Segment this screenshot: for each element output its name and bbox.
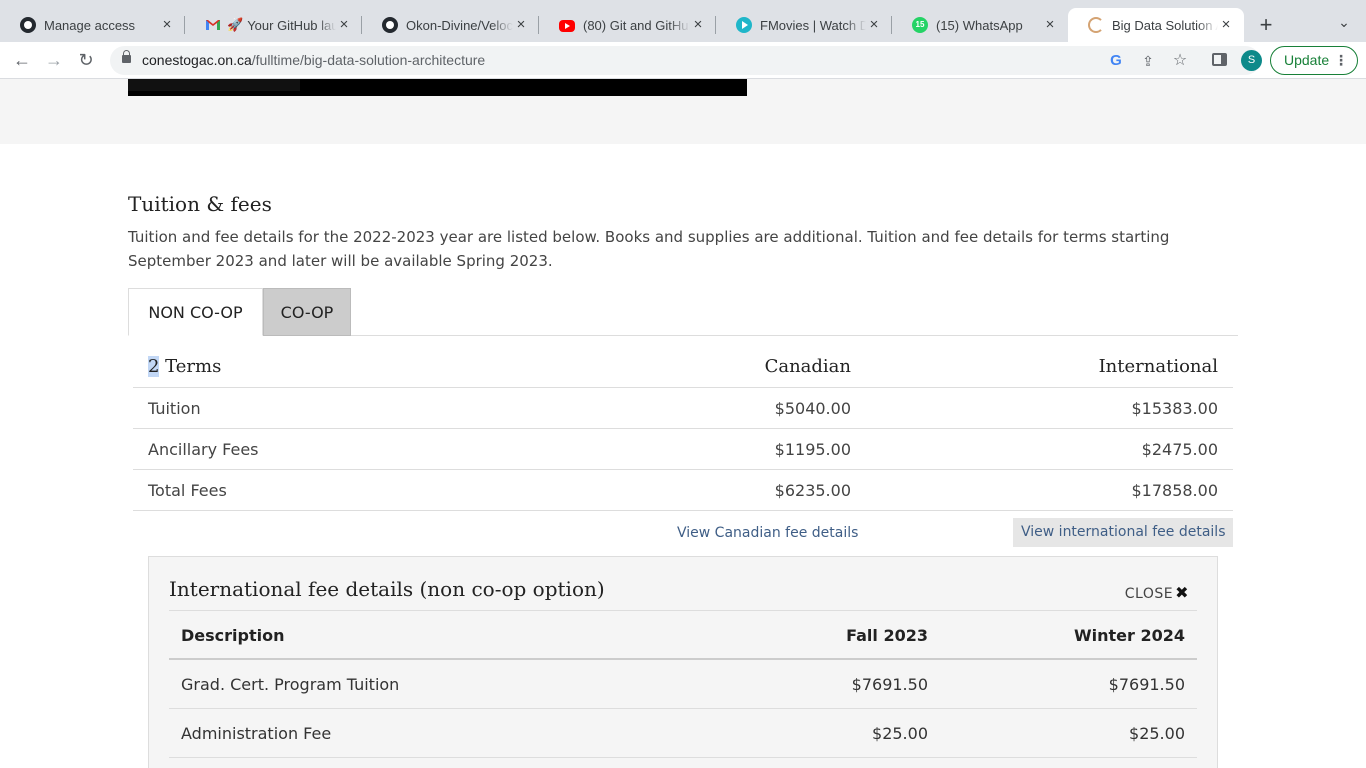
column-fall: Fall 2023 [846, 626, 928, 645]
fall-value: $25.00 [872, 724, 928, 743]
github-icon [382, 17, 398, 33]
canadian-value: $1195.00 [774, 440, 851, 459]
row-label: Tuition [148, 399, 201, 418]
video-player[interactable] [128, 79, 747, 96]
browser-tab-active[interactable]: Big Data Solution Architecture × [1068, 8, 1244, 42]
browser-tab[interactable]: 15 (15) WhatsApp × [892, 8, 1068, 42]
browser-tab-strip: Manage access × 🚀 Your GitHub launch × O… [0, 0, 1366, 42]
view-canadian-fees-link[interactable]: View Canadian fee details [677, 525, 858, 541]
google-icon[interactable]: G [1107, 52, 1125, 70]
view-international-fees-link[interactable]: View international fee details [1013, 518, 1234, 547]
tab-title: Big Data Solution Architecture [1112, 17, 1218, 33]
tab-co-op[interactable]: CO-OP [263, 288, 351, 336]
table-row: Total Fees $6235.00 $17858.00 [133, 470, 1233, 511]
close-tab-icon[interactable]: × [513, 17, 529, 33]
close-tab-icon[interactable]: × [336, 17, 352, 33]
fees-table-header: 2 Terms Canadian International [133, 346, 1233, 388]
row-label: Ancillary Fees [148, 440, 259, 459]
rocket-icon: 🚀 [227, 17, 244, 32]
whatsapp-icon: 15 [912, 17, 928, 33]
address-bar[interactable]: conestogac.on.ca/fulltime/big-data-solut… [110, 46, 1260, 75]
browser-tab[interactable]: FMovies | Watch Du × [716, 8, 892, 42]
table-row: Tuition $5040.00 $15383.00 [133, 388, 1233, 429]
term-label: Terms [159, 356, 222, 377]
close-button[interactable]: CLOSE ✖ [1125, 583, 1189, 602]
loading-icon [1088, 17, 1104, 33]
update-button[interactable]: Update ⋮ [1270, 46, 1358, 75]
panel-title: International fee details (non co-op opt… [169, 577, 605, 601]
lock-icon[interactable] [122, 50, 131, 65]
close-tab-icon[interactable]: × [159, 17, 175, 33]
close-tab-icon[interactable]: × [866, 17, 882, 33]
fall-value: $7691.50 [851, 675, 928, 694]
section-title: Tuition & fees [128, 192, 272, 216]
tab-search-icon[interactable]: ⌄ [1334, 14, 1354, 34]
share-icon[interactable]: ⇪ [1139, 52, 1157, 70]
url-host: conestogac.on.ca [142, 52, 252, 68]
column-canadian: Canadian [764, 356, 851, 377]
winter-value: $25.00 [1129, 724, 1185, 743]
back-icon[interactable]: ← [10, 48, 34, 72]
tab-title: Your GitHub launch [247, 17, 336, 33]
fee-details-table: Description Fall 2023 Winter 2024 Grad. … [169, 610, 1197, 758]
tab-non-co-op[interactable]: NON CO-OP [128, 288, 263, 336]
column-winter: Winter 2024 [1073, 626, 1185, 645]
table-row: Administration Fee $25.00 $25.00 [169, 709, 1197, 758]
tab-title: Manage access [44, 17, 136, 33]
video-control-bar[interactable] [128, 79, 300, 91]
fmovies-icon [736, 17, 752, 33]
international-fee-details-panel: International fee details (non co-op opt… [148, 556, 1218, 768]
forward-icon[interactable]: → [42, 48, 66, 72]
gmail-icon [205, 17, 221, 33]
terms-heading: 2 Terms [148, 356, 221, 377]
side-panel-icon[interactable] [1212, 53, 1227, 66]
url-text[interactable]: conestogac.on.ca/fulltime/big-data-solut… [142, 52, 485, 68]
tab-title: (15) WhatsApp [936, 17, 1023, 33]
canadian-value: $6235.00 [774, 481, 851, 500]
canadian-value: $5040.00 [774, 399, 851, 418]
browser-tab[interactable]: 🚀 Your GitHub launch × [185, 8, 362, 42]
profile-avatar[interactable]: S [1241, 50, 1262, 71]
youtube-icon [559, 20, 575, 32]
column-description: Description [181, 626, 285, 645]
bookmark-star-icon[interactable]: ☆ [1171, 52, 1189, 70]
fee-option-tabs: NON CO-OP CO-OP [128, 288, 1238, 336]
table-row: Grad. Cert. Program Tuition $7691.50 $76… [169, 660, 1197, 709]
url-path: /fulltime/big-data-solution-architecture [251, 52, 486, 68]
row-label: Total Fees [148, 481, 227, 500]
fee-description: Grad. Cert. Program Tuition [181, 675, 400, 694]
reload-icon[interactable]: ↻ [74, 48, 98, 72]
menu-dots-icon[interactable]: ⋮ [1334, 47, 1348, 74]
close-label: CLOSE [1124, 586, 1174, 602]
browser-toolbar: ← → ↻ conestogac.on.ca/fulltime/big-data… [0, 42, 1366, 79]
international-value: $17858.00 [1131, 481, 1218, 500]
tab-title: Okon-Divine/Velocity [406, 17, 513, 33]
winter-value: $7691.50 [1108, 675, 1185, 694]
close-tab-icon[interactable]: × [1218, 17, 1234, 33]
close-tab-icon[interactable]: × [1042, 17, 1058, 33]
page-content: Tuition & fees Tuition and fee details f… [0, 79, 1366, 768]
fee-description: Administration Fee [181, 724, 332, 743]
fee-details-header: Description Fall 2023 Winter 2024 [169, 611, 1197, 660]
tab-title: (80) Git and GitHub [583, 17, 690, 33]
term-number: 2 [148, 356, 160, 377]
close-tab-icon[interactable]: × [690, 17, 706, 33]
github-icon [20, 17, 36, 33]
international-value: $15383.00 [1131, 399, 1218, 418]
table-row: Ancillary Fees $1195.00 $2475.00 [133, 429, 1233, 470]
tab-title: FMovies | Watch Du [760, 17, 866, 33]
browser-tab[interactable]: Okon-Divine/Velocity × [362, 8, 539, 42]
close-icon: ✖ [1175, 583, 1189, 602]
browser-tab[interactable]: Manage access × [0, 8, 185, 42]
new-tab-button[interactable]: + [1254, 14, 1278, 38]
fees-table: 2 Terms Canadian International Tuition $… [133, 346, 1233, 511]
browser-tab[interactable]: (80) Git and GitHub × [539, 8, 716, 42]
column-international: International [1098, 356, 1218, 377]
intro-text: Tuition and fee details for the 2022-202… [128, 228, 1170, 270]
update-label: Update [1284, 52, 1330, 68]
international-value: $2475.00 [1141, 440, 1218, 459]
